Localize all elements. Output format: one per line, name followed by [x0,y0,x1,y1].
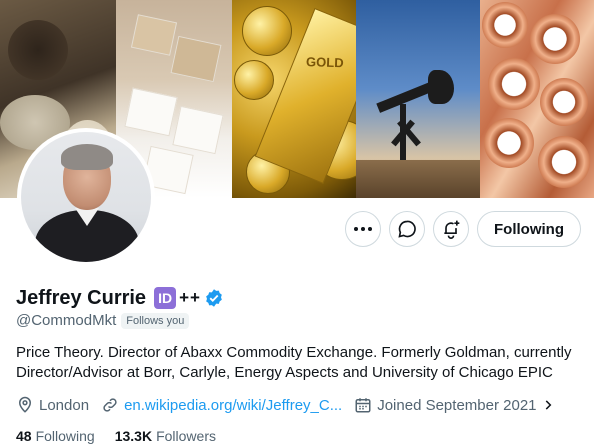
more-button[interactable] [345,211,381,247]
link-icon [103,398,117,412]
notifications-button[interactable] [433,211,469,247]
followers-count: 13.3K [114,428,153,444]
avatar-photo [21,132,151,262]
more-icon [354,227,372,231]
follows-you-badge: Follows you [121,312,190,329]
location-text: London [39,396,90,414]
message-icon [398,220,416,238]
following-stat-label: Following [35,428,95,444]
bell-plus-icon [444,220,460,239]
display-name: Jeffrey Currie [16,286,147,309]
profile-avatar[interactable] [17,128,155,266]
chevron-right-icon[interactable] [541,398,555,412]
user-handle: @CommodMkt [16,312,117,329]
verified-badge-icon[interactable] [204,288,224,308]
joined-text: Joined September 2021 [377,396,537,414]
followers-stat-label: Followers [156,428,216,444]
website-link[interactable]: en.wikipedia.org/wiki/Jeffrey_C... [124,397,342,414]
profile-meta-row: London en.wikipedia.org/wiki/Jeffrey_C..… [16,395,572,415]
following-stat-link[interactable]: 48 Following [16,428,95,444]
calendar-icon [355,398,371,413]
id-badge-icon[interactable]: ID [154,287,177,309]
banner-oil-image [356,0,480,198]
gold-bar-label: GOLD [305,54,344,71]
banner-copper-image [480,0,594,198]
name-suffix: ++ [179,288,201,307]
location-item: London [16,396,89,414]
following-count: 48 [16,428,32,444]
followers-stat-link[interactable]: 13.3K Followers [115,428,216,444]
location-pin-icon [18,396,32,413]
profile-bio: Price Theory. Director of Abaxx Commodit… [16,344,572,381]
handle-row: @CommodMkt Follows you [16,312,190,329]
joined-item: Joined September 2021 [354,396,559,414]
following-button[interactable]: Following [477,211,581,247]
banner-gold-image: GOLD [232,0,356,198]
message-button[interactable] [389,211,425,247]
website-item[interactable]: en.wikipedia.org/wiki/Jeffrey_C... [101,396,342,414]
name-row: Jeffrey Currie ID ++ [16,285,224,311]
follow-stats: 48 Following 13.3K Followers [16,428,236,444]
